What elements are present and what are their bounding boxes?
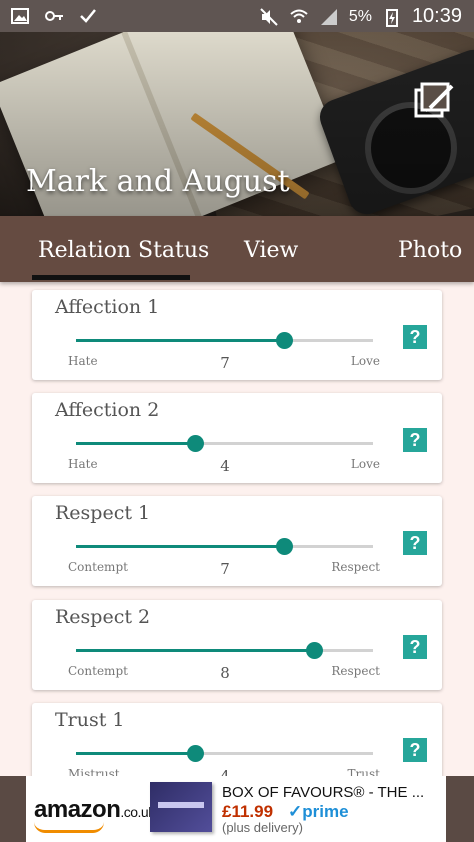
slider-value: 7 [220,560,230,578]
tab-view[interactable]: View [244,238,298,263]
status-bar: 5% 10:39 [0,0,474,32]
slider-title: Respect 2 [55,606,151,628]
ad-content[interactable]: amazon.co.uk BOX OF FAVOURS® - THE ... £… [26,776,446,842]
slider-thumb[interactable] [186,435,204,452]
battery-charging-icon [385,8,398,27]
slider-min-label: Contempt [68,664,128,678]
ad-price: £11.99 [222,802,274,821]
slider-min-label: Contempt [68,560,128,574]
page-title: Mark and August [26,164,290,199]
clipboard-check-icon [80,9,96,23]
slider-card: Respect 2 Contempt 8 Respect ? [32,600,442,690]
slider-min-label: Mistrust [68,767,120,776]
amazon-logo: amazon.co.uk [34,796,155,823]
slider-fill [76,545,284,548]
slider-title: Affection 2 [55,399,160,421]
slider-track[interactable] [76,538,373,555]
edit-photo-icon[interactable] [414,82,456,124]
amazon-smile-icon [34,822,104,833]
slider-thumb[interactable] [186,745,204,762]
help-button[interactable]: ? [403,738,427,762]
ad-product-title[interactable]: BOX OF FAVOURS® - THE ... [222,784,424,801]
slider-track[interactable] [76,745,373,762]
relation-slider-list[interactable]: Affection 1 Hate 7 Love ? Affection 2 Ha… [0,282,474,776]
ad-delivery-note: (plus delivery) [222,820,303,835]
ad-banner[interactable]: amazon.co.uk BOX OF FAVOURS® - THE ... £… [0,776,474,842]
slider-fill [76,339,284,342]
slider-card: Affection 1 Hate 7 Love ? [32,290,442,380]
clock: 10:39 [411,5,462,27]
slider-track[interactable] [76,642,373,659]
mute-icon [260,7,278,26]
slider-card: Trust 1 Mistrust 4 Trust ? [32,703,442,776]
slider-thumb[interactable] [275,538,293,555]
signal-icon [320,8,337,25]
slider-title: Affection 1 [55,296,160,318]
slider-fill [76,752,195,755]
slider-value: 4 [220,767,230,776]
slider-card: Respect 1 Contempt 7 Respect ? [32,496,442,586]
slider-value: 7 [220,354,230,372]
slider-card: Affection 2 Hate 4 Love ? [32,393,442,483]
help-button[interactable]: ? [403,428,427,452]
slider-fill [76,649,314,652]
key-notification-icon [45,11,63,21]
slider-min-label: Hate [68,354,98,368]
adchoices-icon[interactable] [426,822,444,840]
tab-relation-status[interactable]: Relation Status [38,238,209,263]
prime-badge: ✓prime [288,802,349,821]
slider-title: Respect 1 [55,502,151,524]
gallery-notification-icon [11,8,29,24]
slider-track[interactable] [76,435,373,452]
wifi-icon [290,9,308,23]
slider-thumb[interactable] [305,642,323,659]
battery-percent: 5% [348,7,372,25]
help-button[interactable]: ? [403,635,427,659]
slider-value: 4 [220,457,230,475]
slider-min-label: Hate [68,457,98,471]
active-tab-indicator [32,275,190,280]
header-image: Mark and August [0,32,474,216]
slider-max-label: Love [350,457,380,471]
product-image[interactable] [150,782,212,832]
tab-photo[interactable]: Photo [398,238,462,263]
slider-track[interactable] [76,332,373,349]
slider-value: 8 [220,664,230,682]
slider-max-label: Trust [347,767,380,776]
slider-max-label: Respect [331,560,380,574]
help-button[interactable]: ? [403,325,427,349]
slider-max-label: Love [350,354,380,368]
slider-fill [76,442,195,445]
slider-max-label: Respect [331,664,380,678]
slider-title: Trust 1 [55,709,125,731]
tab-bar: Relation Status View Photo [0,216,474,282]
help-button[interactable]: ? [403,531,427,555]
slider-thumb[interactable] [275,332,293,349]
